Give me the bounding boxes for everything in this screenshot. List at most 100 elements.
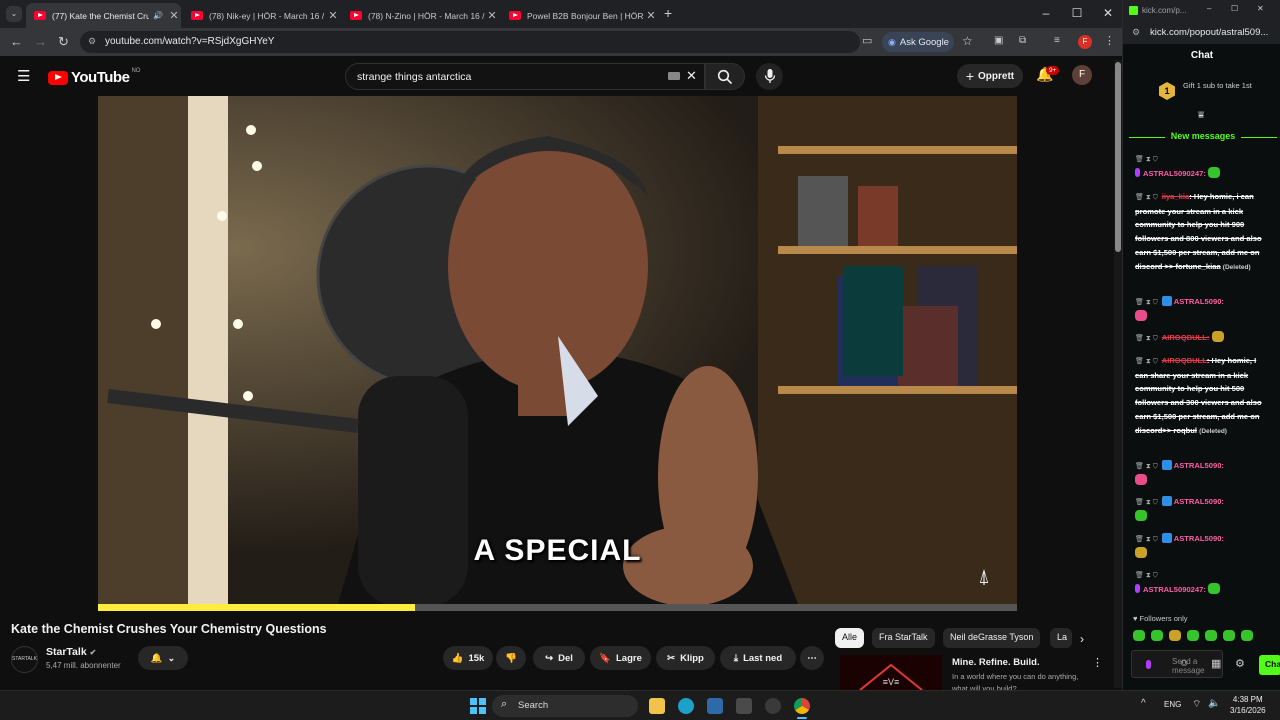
filter-icon[interactable]: ⩸ — [1198, 110, 1204, 121]
subscription-bell-button[interactable]: 🔔 ⌄ — [138, 646, 188, 670]
chat-message-input[interactable]: Send a message — [1131, 650, 1223, 678]
voice-search-button[interactable] — [756, 63, 783, 90]
media-control-icon[interactable]: ≡ — [1054, 35, 1060, 46]
kick-close-icon[interactable]: ✕ — [1257, 4, 1264, 13]
dislike-button[interactable]: 👎 — [496, 646, 526, 670]
edge-icon[interactable] — [678, 698, 694, 714]
clear-search-icon[interactable]: ✕ — [686, 68, 697, 84]
minimize-icon[interactable]: – — [1036, 6, 1056, 20]
tab-close-icon[interactable]: ✕ — [485, 9, 499, 22]
bookmark-star-icon[interactable]: ☆ — [962, 34, 973, 48]
forward-icon[interactable]: → — [34, 34, 47, 49]
download-button[interactable]: ⤓ Last ned — [720, 646, 796, 670]
speaker-icon[interactable]: 🔊 — [153, 11, 163, 20]
chat-username[interactable]: ASTRAL5090247: — [1143, 169, 1206, 178]
maximize-icon[interactable]: ☐ — [1067, 6, 1087, 20]
kick-minimize-icon[interactable]: – — [1207, 4, 1211, 13]
windows-start-icon[interactable] — [470, 698, 486, 714]
gift-sub-text[interactable]: Gift 1 sub to take 1st — [1183, 82, 1271, 90]
recommendation-title[interactable]: Mine. Refine. Build. — [952, 657, 1040, 668]
chat-username[interactable]: AIROQBULL — [1162, 356, 1207, 365]
tray-chevron-icon[interactable]: ^ — [1141, 698, 1146, 709]
account-avatar[interactable]: F — [1072, 65, 1092, 85]
tab-4[interactable]: Powel B2B Bonjour Ben | HÖR ✕ — [501, 3, 658, 28]
profile-avatar[interactable]: F — [1078, 35, 1092, 49]
file-explorer-icon[interactable] — [649, 698, 665, 714]
chrome-menu-icon[interactable]: ⋮ — [1104, 34, 1115, 47]
emote-icon[interactable] — [1223, 630, 1235, 641]
chat-gift-icon[interactable]: ▦ — [1211, 657, 1221, 670]
url-field[interactable]: ⚙ youtube.com/watch?v=RSjdXgGHYeY — [80, 31, 860, 53]
send-chat-button[interactable]: Chat — [1259, 655, 1280, 675]
tab-2[interactable]: (78) Nik-ey | HÖR - March 16 / ✕ — [183, 3, 340, 28]
emote-icon[interactable] — [1187, 630, 1199, 641]
tab-close-icon[interactable]: ✕ — [326, 9, 340, 22]
language-indicator[interactable]: ENG — [1164, 700, 1181, 709]
chip-more[interactable]: La — [1050, 628, 1072, 648]
recommendation-menu-icon[interactable]: ⋮ — [1092, 656, 1103, 669]
system-clock[interactable]: 4:38 PM 3/16/2026 — [1230, 694, 1266, 716]
window-close-icon[interactable]: ✕ — [1098, 6, 1118, 20]
hamburger-menu-icon[interactable]: ☰ — [17, 67, 30, 85]
chat-username[interactable]: ASTRAL5090247: — [1143, 585, 1206, 594]
site-info-icon[interactable]: ⚙ — [88, 36, 96, 47]
save-button[interactable]: 🔖 Lagre — [590, 646, 651, 670]
video-player[interactable]: A SPECIAL ⍋ — [98, 96, 1017, 604]
share-button[interactable]: ↪ Del — [533, 646, 585, 670]
search-button[interactable] — [705, 63, 745, 90]
video-progress-bar[interactable] — [98, 604, 1017, 611]
kick-maximize-icon[interactable]: ☐ — [1231, 4, 1238, 13]
chip-from-channel[interactable]: Fra StarTalk — [872, 628, 935, 648]
cast-icon[interactable]: ▭ — [862, 34, 872, 47]
chip-neil-degrasse-tyson[interactable]: Neil deGrasse Tyson — [943, 628, 1041, 648]
tab-close-icon[interactable]: ✕ — [644, 9, 658, 22]
tab-close-icon[interactable]: ✕ — [167, 9, 181, 22]
back-icon[interactable]: ← — [10, 34, 23, 49]
search-input[interactable]: strange things antarctica ✕ — [345, 63, 705, 90]
reload-icon[interactable]: ↻ — [58, 34, 69, 50]
chat-username[interactable]: ASTRAL5090: — [1174, 461, 1224, 470]
youtube-logo[interactable]: YouTube NO — [48, 68, 140, 86]
chat-username[interactable]: AIROQBULL: — [1162, 333, 1210, 342]
chat-username[interactable]: iiya_kia — [1162, 192, 1189, 201]
extension-icon[interactable]: ▣ — [994, 35, 1003, 46]
extensions-puzzle-icon[interactable]: ⧉ — [1019, 35, 1026, 46]
like-button[interactable]: 👍 15k — [443, 646, 493, 670]
chat-username[interactable]: ASTRAL5090: — [1174, 497, 1224, 506]
emote-icon[interactable] — [1151, 630, 1163, 641]
channel-avatar[interactable]: STARTALK — [11, 646, 38, 673]
app-icon[interactable] — [765, 698, 781, 714]
create-button[interactable]: + Opprett — [957, 64, 1023, 88]
volume-icon[interactable]: 🔈 — [1208, 698, 1220, 709]
channel-watermark-icon[interactable]: ⍋ — [978, 566, 990, 589]
wifi-icon[interactable]: ⌔ — [1192, 698, 1201, 711]
emoji-picker-icon[interactable]: ☺ — [1179, 658, 1189, 669]
clip-button[interactable]: ✂ Klipp — [656, 646, 715, 670]
recommendation-thumbnail[interactable]: ≡V≡ — [840, 655, 942, 690]
keyboard-icon[interactable] — [668, 72, 680, 80]
tab-1[interactable]: (77) Kate the Chemist Crush 🔊 ✕ — [26, 3, 181, 28]
taskbar-search[interactable]: ⌕ Search — [492, 695, 638, 717]
new-tab-icon[interactable]: + — [664, 5, 672, 21]
ask-google-button[interactable]: ◉ Ask Google — [882, 32, 954, 52]
tab-3[interactable]: (78) N-Zino | HÖR - March 16 / ✕ — [342, 3, 499, 28]
chat-username[interactable]: ASTRAL5090: — [1174, 534, 1224, 543]
chat-username[interactable]: ASTRAL5090: — [1174, 297, 1224, 306]
chat-settings-icon[interactable]: ⚙ — [1235, 657, 1245, 670]
scrollbar-thumb[interactable] — [1115, 62, 1121, 252]
kick-url-field[interactable]: ⚙ kick.com/popout/astral509... — [1123, 22, 1280, 44]
emote-icon[interactable] — [1169, 630, 1181, 641]
page-scrollbar[interactable] — [1114, 60, 1122, 688]
app-icon[interactable] — [736, 698, 752, 714]
emote-icon[interactable] — [1205, 630, 1217, 641]
chrome-icon[interactable] — [794, 698, 810, 714]
emote-icon[interactable] — [1241, 630, 1253, 641]
channel-name[interactable]: StarTalk ✔ — [46, 646, 96, 658]
more-actions-button[interactable]: ⋯ — [800, 646, 824, 670]
kick-site-info-icon[interactable]: ⚙ — [1132, 27, 1140, 38]
terminal-icon[interactable] — [707, 698, 723, 714]
chip-all[interactable]: Alle — [835, 628, 865, 648]
tab-search-icon[interactable]: ⌄ — [6, 6, 22, 22]
emote-icon[interactable] — [1133, 630, 1145, 641]
chips-next-icon[interactable]: › — [1080, 632, 1084, 646]
